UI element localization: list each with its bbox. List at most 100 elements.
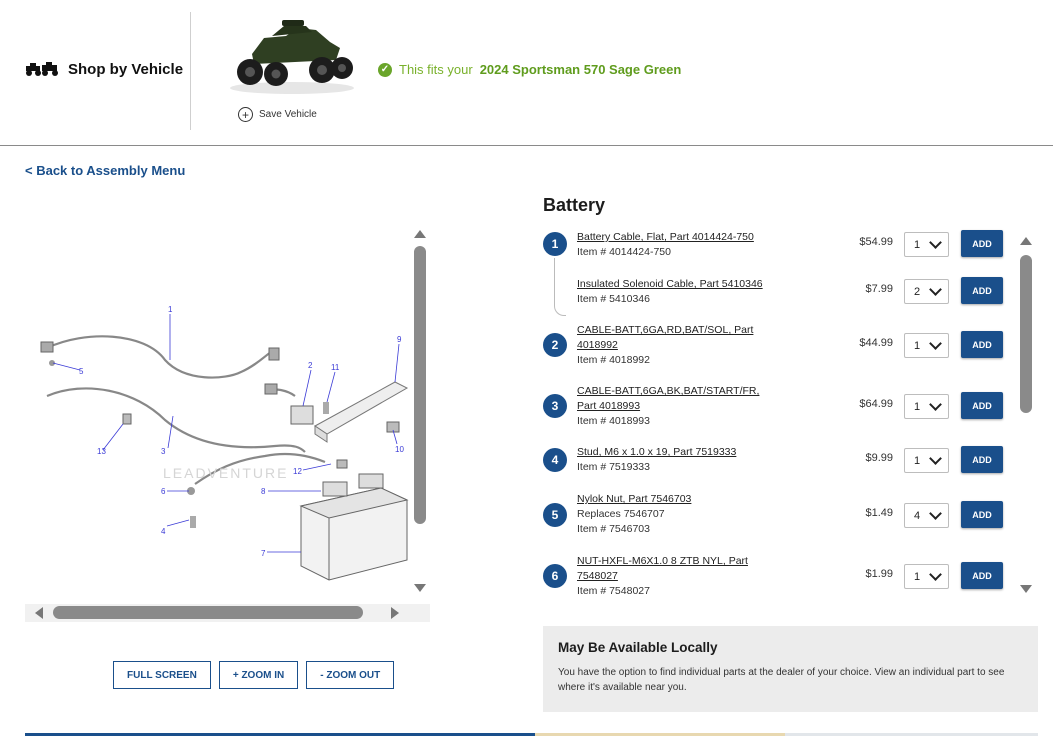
chevron-down-icon (929, 236, 942, 249)
part-number-badge: 6 (543, 564, 567, 588)
part-number-badge: 3 (543, 394, 567, 418)
callout-11: 11 (331, 363, 340, 372)
save-vehicle-label: Save Vehicle (259, 109, 317, 120)
part-name-link[interactable]: Insulated Solenoid Cable, Part 5410346 (577, 277, 777, 292)
part-price: $9.99 (865, 452, 893, 464)
quantity-select[interactable]: 1 (904, 232, 949, 257)
part-info: CABLE-BATT,6GA,RD,BAT/SOL, Part 4018992 … (577, 323, 777, 368)
quantity-select[interactable]: 1 (904, 394, 949, 419)
callout-8: 8 (261, 487, 266, 496)
part-number-badge: 4 (543, 448, 567, 472)
zoom-out-button[interactable]: - ZOOM OUT (306, 661, 395, 689)
add-to-cart-button[interactable]: ADD (961, 277, 1003, 304)
scrollbar-thumb[interactable] (53, 606, 363, 619)
shop-by-vehicle-button[interactable]: Shop by Vehicle (24, 60, 183, 78)
add-to-cart-button[interactable]: ADD (961, 230, 1003, 257)
quantity-select[interactable]: 1 (904, 564, 949, 589)
atv-vehicle-image (230, 20, 354, 94)
part-price: $1.99 (865, 568, 893, 580)
callout-1: 1 (168, 305, 173, 314)
part-number-badge: 5 (543, 503, 567, 527)
part-info: Nylok Nut, Part 7546703 Replaces 7546707… (577, 492, 777, 537)
scrollbar-thumb[interactable] (414, 246, 426, 524)
part-price: $1.49 (865, 507, 893, 519)
zoom-in-button[interactable]: + ZOOM IN (218, 661, 299, 689)
scroll-down-arrow-icon[interactable] (1020, 585, 1032, 593)
callout-7: 7 (261, 549, 266, 558)
part-item-number: Item # 7548027 (577, 585, 650, 597)
callout-10: 10 (395, 445, 404, 454)
quantity-value: 1 (914, 454, 921, 467)
callout-4: 4 (161, 527, 166, 536)
part-name-link[interactable]: CABLE-BATT,6GA,RD,BAT/SOL, Part 4018992 (577, 323, 777, 353)
parts-list-scrollbar[interactable] (1017, 233, 1035, 597)
part-price: $54.99 (859, 236, 893, 248)
parts-list: 1 Battery Cable, Flat, Part 4014424-750 … (543, 226, 1013, 606)
scrollbar-thumb[interactable] (1020, 255, 1032, 413)
full-screen-button[interactable]: FULL SCREEN (113, 661, 211, 689)
callout-6: 6 (161, 487, 166, 496)
part-item-number: Item # 4014424-750 (577, 246, 671, 258)
section-title: Battery (543, 195, 606, 215)
part-name-link[interactable]: CABLE-BATT,6GA,BK,BAT/START/FR, Part 401… (577, 384, 777, 414)
callout-5: 5 (79, 367, 84, 376)
add-to-cart-button[interactable]: ADD (961, 501, 1003, 528)
chevron-down-icon (929, 398, 942, 411)
battery-assembly-diagram: LEADVENTURE 1 2 3 4 5 6 7 8 9 10 11 12 1… (40, 305, 409, 581)
chevron-down-icon (929, 283, 942, 296)
part-number-badge: 1 (543, 232, 567, 256)
part-name-link[interactable]: Nylok Nut, Part 7546703 (577, 492, 777, 507)
part-number-badge: 2 (543, 333, 567, 357)
part-name-link[interactable]: NUT-HXFL-M6X1.0 8 ZTB NYL, Part 7548027 (577, 554, 777, 584)
quantity-value: 1 (914, 339, 921, 352)
chevron-down-icon (929, 452, 942, 465)
local-availability-panel: May Be Available Locally You have the op… (543, 626, 1038, 712)
part-info: Stud, M6 x 1.0 x 19, Part 7519333 Item #… (577, 445, 777, 475)
callout-3: 3 (161, 447, 166, 456)
scroll-up-arrow-icon[interactable] (414, 230, 426, 238)
add-to-cart-button[interactable]: ADD (961, 562, 1003, 589)
scroll-left-arrow-icon[interactable] (35, 607, 43, 619)
chevron-down-icon (929, 507, 942, 520)
scroll-down-arrow-icon[interactable] (414, 584, 426, 592)
watermark-text: LEADVENTURE (163, 465, 288, 481)
part-price: $44.99 (859, 337, 893, 349)
add-to-cart-button[interactable]: ADD (961, 392, 1003, 419)
part-name-link[interactable]: Battery Cable, Flat, Part 4014424-750 (577, 230, 777, 245)
part-info: CABLE-BATT,6GA,BK,BAT/START/FR, Part 401… (577, 384, 777, 429)
back-to-assembly-menu-link[interactable]: < Back to Assembly Menu (25, 163, 185, 178)
vehicle-group-icon (26, 62, 58, 76)
add-to-cart-button[interactable]: ADD (961, 446, 1003, 473)
part-connector-line (554, 258, 566, 316)
part-info: Insulated Solenoid Cable, Part 5410346 I… (577, 277, 777, 307)
shop-by-vehicle-label: Shop by Vehicle (68, 60, 184, 78)
quantity-select[interactable]: 1 (904, 333, 949, 358)
part-replaces-note: Replaces 7546707 (577, 508, 665, 520)
fits-vehicle-name: 2024 Sportsman 570 Sage Green (479, 62, 682, 77)
plus-circle-icon: + (238, 107, 253, 122)
diagram-vertical-scrollbar[interactable] (412, 222, 428, 598)
scroll-right-arrow-icon[interactable] (391, 607, 399, 619)
quantity-value: 1 (914, 570, 921, 583)
part-item-number: Item # 4018992 (577, 354, 650, 366)
part-item-number: Item # 5410346 (577, 293, 650, 305)
part-item-number: Item # 7519333 (577, 461, 650, 473)
check-circle-icon: ✓ (378, 62, 392, 77)
callout-9: 9 (397, 335, 402, 344)
add-to-cart-button[interactable]: ADD (961, 331, 1003, 358)
quantity-select[interactable]: 2 (904, 279, 949, 304)
quantity-value: 2 (914, 285, 921, 298)
diagram-horizontal-scrollbar[interactable] (25, 604, 430, 622)
local-availability-title: May Be Available Locally (558, 640, 718, 655)
assembly-diagram[interactable]: LEADVENTURE 1 2 3 4 5 6 7 8 9 10 11 12 1… (25, 220, 430, 623)
callout-2: 2 (308, 361, 313, 370)
quantity-select[interactable]: 1 (904, 448, 949, 473)
save-vehicle-button[interactable]: + Save Vehicle (238, 107, 317, 122)
part-name-link[interactable]: Stud, M6 x 1.0 x 19, Part 7519333 (577, 445, 777, 460)
quantity-value: 4 (914, 509, 921, 522)
quantity-value: 1 (914, 400, 921, 413)
zoom-controls: FULL SCREEN + ZOOM IN - ZOOM OUT (113, 661, 395, 689)
part-price: $7.99 (865, 283, 893, 295)
scroll-up-arrow-icon[interactable] (1020, 237, 1032, 245)
quantity-select[interactable]: 4 (904, 503, 949, 528)
